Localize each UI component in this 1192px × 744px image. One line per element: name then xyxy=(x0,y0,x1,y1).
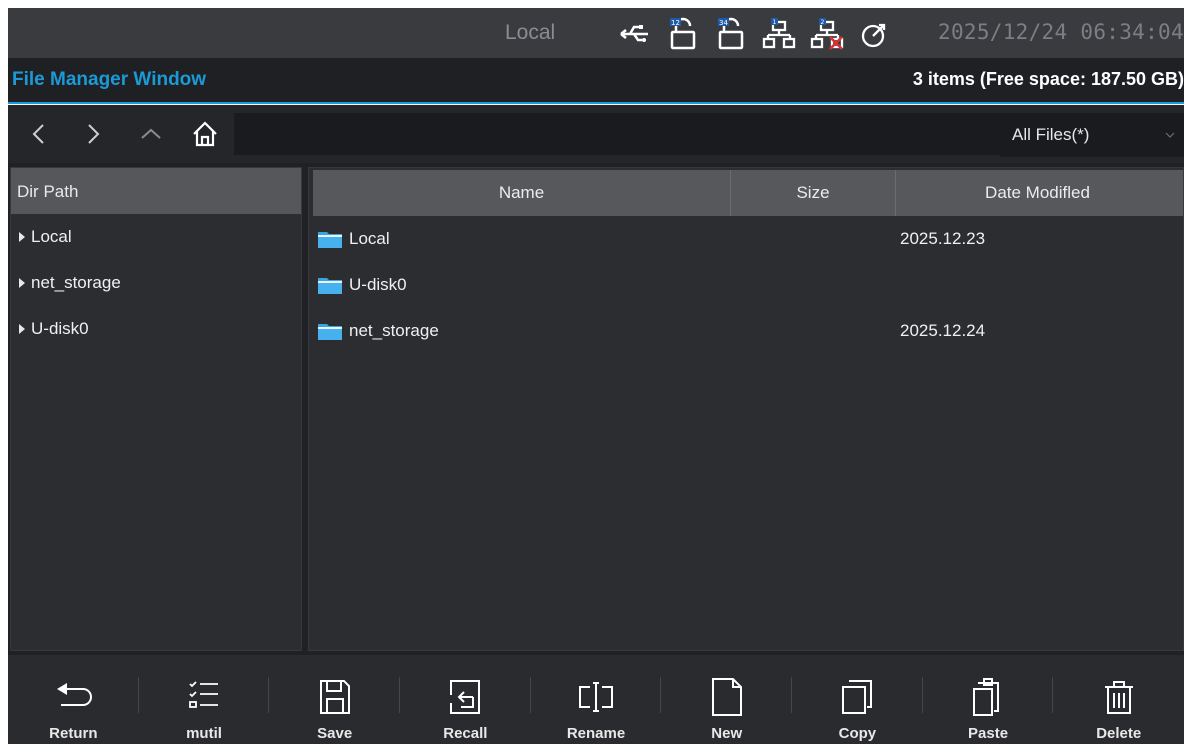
copy-label: Copy xyxy=(838,725,877,742)
items-free-space: 3 items (Free space: 187.50 GB) xyxy=(912,69,1184,89)
tree-item-local[interactable]: Local xyxy=(11,214,301,260)
main-area: Dir Path Local net_storage U-disk0 Name … xyxy=(8,163,1184,655)
expand-arrow-icon[interactable] xyxy=(19,278,25,288)
rename-icon xyxy=(579,682,614,712)
home-icon[interactable] xyxy=(190,119,220,149)
paste-icon xyxy=(973,678,1000,716)
tree-item-label: Local xyxy=(31,227,72,246)
tree-item-label: U-disk0 xyxy=(31,319,89,338)
return-button[interactable]: Return xyxy=(8,655,139,744)
new-file-icon xyxy=(711,678,742,716)
status-datetime: 2025/12/24 06:34:04 xyxy=(938,20,1184,44)
path-field[interactable] xyxy=(234,113,1004,155)
status-location: Local xyxy=(505,21,556,44)
title-bar: File Manager Window 3 items (Free space:… xyxy=(8,58,1184,104)
copy-icon xyxy=(842,680,873,714)
paste-label: Paste xyxy=(968,725,1009,742)
return-icon xyxy=(57,683,93,706)
page-title: File Manager Window xyxy=(12,69,207,90)
forward-icon[interactable] xyxy=(78,119,108,149)
status-bar: Local 12 34 1 2 2025/12/24 06:34:04 xyxy=(8,8,1184,58)
file-filter-value: All Files(*) xyxy=(1012,125,1090,144)
table-row[interactable]: Local 2025.12.23 xyxy=(313,216,1183,262)
expand-arrow-icon[interactable] xyxy=(19,324,25,334)
save-label: Save xyxy=(317,725,353,742)
svg-text:1: 1 xyxy=(773,19,777,26)
recall-label: Recall xyxy=(443,725,488,742)
tree-item-label: net_storage xyxy=(31,273,121,292)
column-header-name[interactable]: Name xyxy=(313,170,731,216)
rename-label: Rename xyxy=(566,725,626,742)
column-header-size[interactable]: Size xyxy=(731,170,896,216)
file-name: net_storage xyxy=(349,321,439,340)
lock-12-icon: 12 xyxy=(670,17,696,50)
trash-icon xyxy=(1104,681,1133,714)
network-2-disconnected-icon: 2 xyxy=(810,18,844,50)
delete-button[interactable]: Delete xyxy=(1053,655,1184,744)
copy-button[interactable]: Copy xyxy=(792,655,923,744)
delete-label: Delete xyxy=(1096,725,1142,742)
bottom-toolbar: Return mutil Save Recall Rename New Copy… xyxy=(8,655,1184,744)
tree-item-net-storage[interactable]: net_storage xyxy=(11,260,301,306)
recall-button[interactable]: Recall xyxy=(400,655,531,744)
dir-tree-panel: Dir Path Local net_storage U-disk0 xyxy=(10,167,302,651)
dir-path-header: Dir Path xyxy=(11,168,301,214)
multi-select-button[interactable]: mutil xyxy=(139,655,270,744)
new-label: New xyxy=(711,725,743,742)
chevron-down-icon xyxy=(1165,132,1175,138)
table-row[interactable]: U-disk0 xyxy=(313,262,1183,308)
table-row[interactable]: net_storage 2025.12.24 xyxy=(313,308,1183,354)
status-icons: 12 34 1 2 xyxy=(618,16,892,52)
svg-text:34: 34 xyxy=(719,19,728,27)
file-date: 2025.12.24 xyxy=(900,321,986,340)
save-icon xyxy=(319,680,350,714)
lock-34-icon: 34 xyxy=(718,17,744,50)
svg-text:12: 12 xyxy=(671,19,680,27)
timer-icon xyxy=(861,23,886,48)
file-filter-select[interactable]: All Files(*) xyxy=(1000,113,1184,157)
paste-button[interactable]: Paste xyxy=(923,655,1054,744)
table-header: Name Size Date Modifled xyxy=(313,170,1183,216)
tree-item-u-disk0[interactable]: U-disk0 xyxy=(11,306,301,352)
folder-icon xyxy=(318,278,342,294)
new-button[interactable]: New xyxy=(661,655,792,744)
return-label: Return xyxy=(49,725,98,742)
folder-icon xyxy=(318,232,342,248)
file-date: 2025.12.23 xyxy=(900,229,986,248)
checklist-icon xyxy=(189,681,218,708)
file-name: Local xyxy=(349,229,390,248)
save-button[interactable]: Save xyxy=(269,655,400,744)
expand-arrow-icon[interactable] xyxy=(19,232,25,242)
multi-label: mutil xyxy=(186,725,222,742)
nav-bar: All Files(*) xyxy=(8,105,1184,163)
svg-text:2: 2 xyxy=(821,19,825,26)
file-list-panel: Name Size Date Modifled Local 2025.12.23 xyxy=(308,167,1184,651)
column-header-date[interactable]: Date Modifled xyxy=(896,170,1179,216)
back-icon[interactable] xyxy=(24,119,54,149)
usb-icon xyxy=(620,25,648,42)
file-name: U-disk0 xyxy=(349,275,407,294)
up-icon[interactable] xyxy=(136,119,166,149)
folder-icon xyxy=(318,324,342,340)
recall-icon xyxy=(449,680,481,714)
network-1-icon: 1 xyxy=(762,18,796,49)
rename-button[interactable]: Rename xyxy=(531,655,662,744)
